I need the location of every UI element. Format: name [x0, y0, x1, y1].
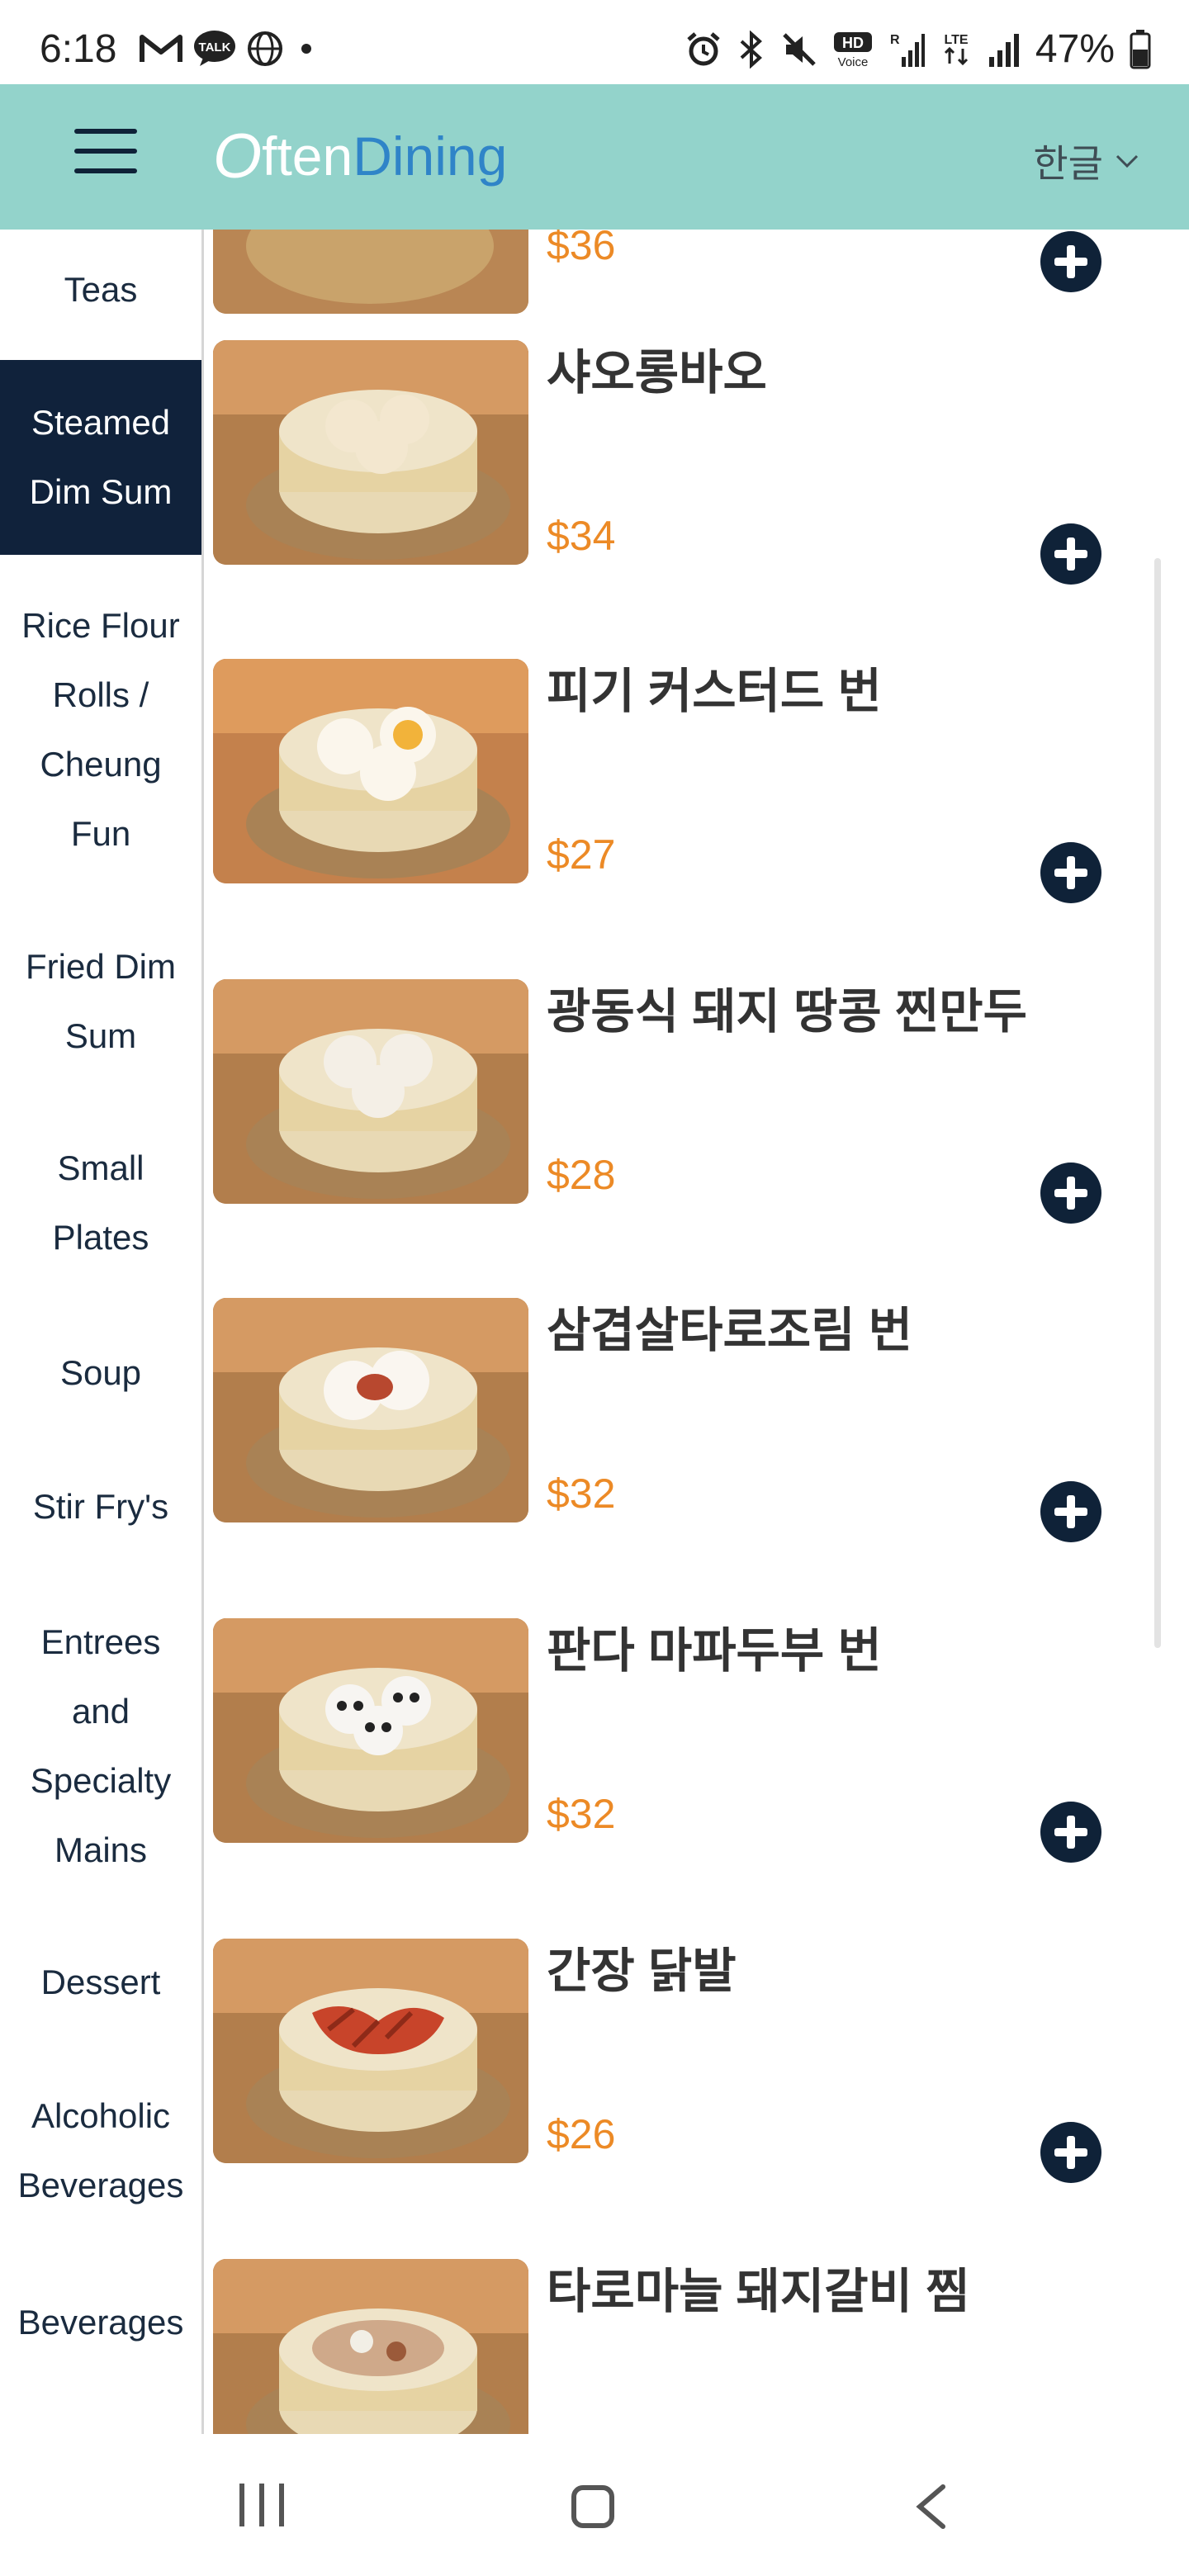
status-notification-icons: TALK	[139, 30, 319, 68]
recent-apps-button[interactable]	[239, 2484, 284, 2526]
add-to-cart-button[interactable]	[1040, 842, 1101, 903]
dish-image	[213, 2259, 528, 2434]
category-beverages[interactable]: Beverages	[0, 2284, 201, 2361]
logo-o: O	[213, 121, 263, 192]
gmail-icon	[139, 32, 183, 65]
item-price: $26	[547, 2111, 616, 2157]
category-fried-dim-sum[interactable]: Fried Dim Sum	[0, 928, 201, 1075]
item-price: $28	[547, 1152, 616, 1198]
logo-often: ften	[262, 125, 353, 187]
add-to-cart-button[interactable]	[1040, 231, 1101, 292]
voice-label: Voice	[838, 55, 869, 69]
alarm-icon	[685, 31, 722, 68]
chevron-down-icon	[1116, 154, 1139, 168]
logo-dining: Dining	[353, 125, 508, 187]
scrollbar[interactable]	[1154, 558, 1161, 1648]
status-bar: 6:18 TALK HD Voice R LTE 47%	[0, 0, 1189, 84]
dish-image	[213, 340, 528, 565]
add-to-cart-button[interactable]	[1040, 1163, 1101, 1224]
app-header: Often Dining 한글	[0, 84, 1189, 230]
add-to-cart-button[interactable]	[1040, 2122, 1101, 2183]
hamburger-icon	[74, 129, 137, 134]
menu-list: $36 샤오롱바오 $34 피기 커스터드 번 $27 광동식 돼지 땅콩 찐만…	[205, 230, 1154, 2434]
category-dessert[interactable]: Dessert	[0, 1944, 201, 2021]
category-small-plates[interactable]: Small Plates	[0, 1129, 201, 1276]
add-to-cart-button[interactable]	[1040, 523, 1101, 585]
mute-icon	[781, 31, 817, 68]
item-price: $34	[547, 513, 616, 559]
category-stir-frys[interactable]: Stir Fry's	[0, 1468, 201, 1546]
logo: Often Dining	[213, 119, 507, 193]
item-name: 피기 커스터드 번	[547, 665, 882, 718]
dish-image	[213, 659, 528, 883]
roaming-label: R	[890, 33, 900, 47]
status-system-icons: HD Voice R LTE 47%	[685, 26, 1151, 72]
category-steamed-dim-sum[interactable]: Steamed Dim Sum	[0, 360, 201, 555]
menu-item[interactable]: 피기 커스터드 번 $27	[213, 659, 1138, 907]
menu-item[interactable]: 간장 닭발 $26	[213, 1939, 1138, 2186]
dish-image	[213, 979, 528, 1204]
talk-icon: TALK	[193, 30, 236, 68]
dish-image	[213, 230, 528, 314]
category-teas[interactable]: Teas	[0, 251, 201, 329]
menu-item[interactable]: 삼겹살타로조림 번 $32	[213, 1298, 1138, 1546]
language-label: 한글	[1033, 142, 1103, 185]
dish-image	[213, 1298, 528, 1522]
item-price: $36	[547, 230, 616, 268]
item-name: 간장 닭발	[547, 1944, 737, 1998]
language-select[interactable]: 한글	[1033, 134, 1139, 188]
menu-item[interactable]: 타로마늘 돼지갈비 찜	[213, 2259, 1138, 2434]
bluetooth-icon	[737, 30, 766, 69]
category-alcoholic-beverages[interactable]: Alcoholic Beverages	[0, 2077, 201, 2224]
add-to-cart-button[interactable]	[1040, 1802, 1101, 1863]
menu-item[interactable]: 판다 마파두부 번 $32	[213, 1618, 1138, 1866]
menu-item[interactable]: 샤오롱바오 $34	[213, 340, 1138, 588]
lte-icon: LTE	[940, 31, 973, 69]
category-soup[interactable]: Soup	[0, 1334, 201, 1412]
category-sidebar: Teas Steamed Dim Sum Rice Flour Rolls / …	[0, 230, 204, 2434]
menu-item-partial[interactable]: $36	[213, 230, 1138, 337]
system-nav-bar	[0, 2434, 1189, 2576]
category-entrees[interactable]: Entrees and Specialty Mains	[0, 1603, 201, 1889]
hd-label: HD	[842, 35, 864, 51]
item-name: 광동식 돼지 땅콩 찐만두	[547, 985, 1027, 1039]
dish-image	[213, 1618, 528, 1843]
signal-icon	[988, 31, 1021, 69]
item-name: 샤오롱바오	[547, 346, 767, 400]
item-name: 타로마늘 돼지갈비 찜	[547, 2265, 970, 2318]
home-button[interactable]	[571, 2485, 614, 2528]
add-to-cart-button[interactable]	[1040, 1481, 1101, 1542]
category-rice-flour-rolls[interactable]: Rice Flour Rolls / Cheung Fun	[0, 593, 201, 867]
battery-percent: 47%	[1035, 27, 1115, 71]
talk-label: TALK	[199, 40, 231, 54]
menu-button[interactable]	[74, 129, 137, 178]
globe-icon	[246, 30, 284, 68]
item-name: 판다 마파두부 번	[547, 1624, 882, 1678]
status-time: 6:18	[40, 27, 117, 71]
dot-icon	[294, 36, 319, 61]
item-price: $32	[547, 1791, 616, 1837]
battery-icon	[1130, 29, 1151, 69]
item-name: 삼겹살타로조림 번	[547, 1304, 912, 1357]
dish-image	[213, 1939, 528, 2163]
item-price: $27	[547, 831, 616, 878]
menu-item[interactable]: 광동식 돼지 땅콩 찐만두 $28	[213, 979, 1138, 1227]
lte-label: LTE	[944, 33, 968, 47]
item-price: $32	[547, 1470, 616, 1517]
signal-roaming-icon: R	[888, 31, 925, 69]
hd-voice-icon: HD Voice	[832, 31, 874, 69]
back-button[interactable]	[912, 2484, 951, 2530]
